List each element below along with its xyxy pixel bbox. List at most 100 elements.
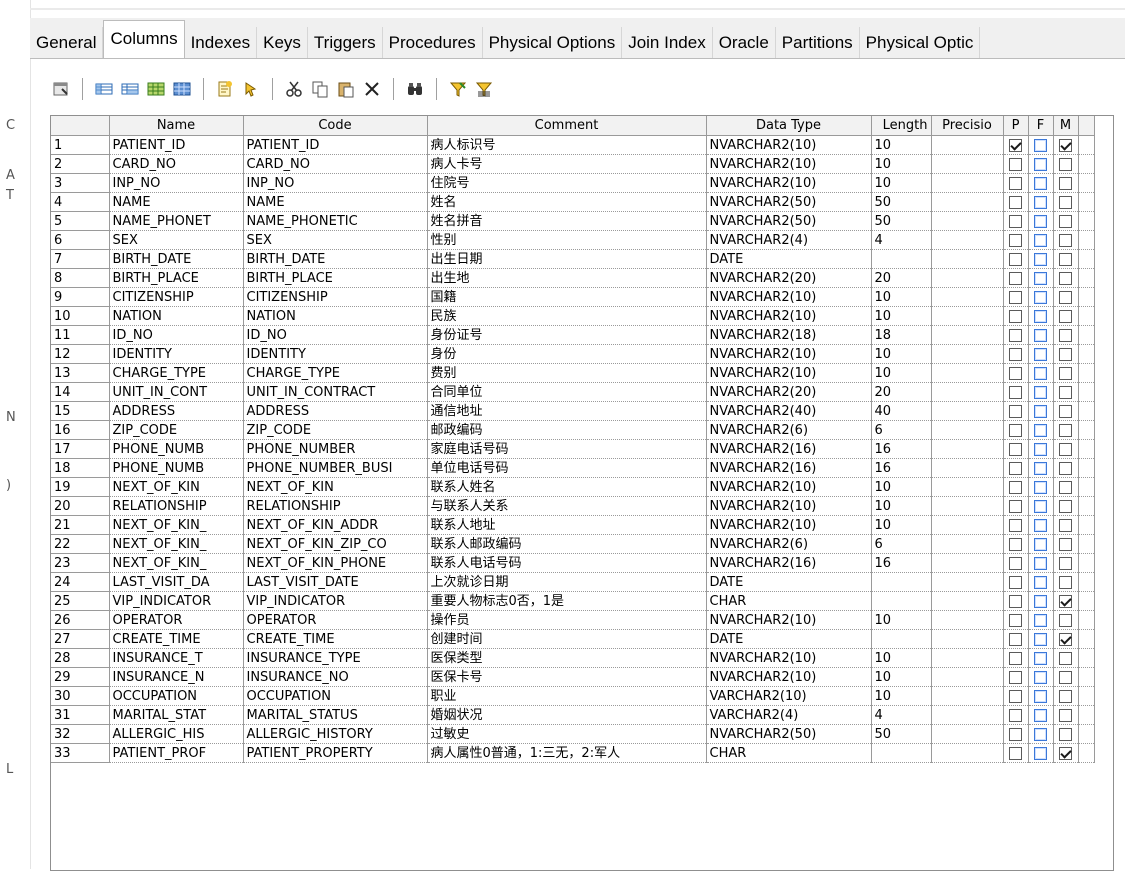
mandatory-checkbox[interactable] [1059,480,1072,494]
column-code-cell[interactable]: OCCUPATION [243,686,428,706]
header-foreign[interactable]: F [1028,116,1054,136]
column-length-cell[interactable]: 16 [871,553,932,573]
new-icon[interactable] [214,78,236,100]
foreign-checkbox[interactable] [1034,556,1047,570]
column-code-cell[interactable]: ID_NO [243,325,428,345]
insert-row-icon[interactable] [93,78,115,100]
column-name-cell[interactable]: PATIENT_PROF [109,743,244,763]
table-row[interactable]: 33 PATIENT_PROF PATIENT_PROPERTY 病人属性0普通，1:… [51,743,1095,763]
column-name-cell[interactable]: ADDRESS [109,401,244,421]
primary-checkbox[interactable] [1009,385,1022,399]
column-comment-cell[interactable]: 邮政编码 [427,420,707,440]
column-comment-cell[interactable]: 合同单位 [427,382,707,402]
column-precision-cell[interactable] [931,363,1004,383]
column-precision-cell[interactable] [931,667,1004,687]
row-number[interactable]: 11 [51,325,110,345]
column-data-type-cell[interactable]: NVARCHAR2(10) [706,344,872,364]
column-precision-cell[interactable] [931,325,1004,345]
primary-checkbox[interactable] [1009,442,1022,456]
column-comment-cell[interactable]: 通信地址 [427,401,707,421]
column-name-cell[interactable]: ALLERGIC_HIS [109,724,244,744]
foreign-checkbox[interactable] [1034,480,1047,494]
mandatory-checkbox[interactable] [1059,252,1072,266]
column-code-cell[interactable]: RELATIONSHIP [243,496,428,516]
row-number[interactable]: 5 [51,211,110,231]
column-length-cell[interactable] [871,629,932,649]
primary-checkbox[interactable] [1009,708,1022,722]
row-number[interactable]: 12 [51,344,110,364]
row-number[interactable]: 22 [51,534,110,554]
column-comment-cell[interactable]: 婚姻状况 [427,705,707,725]
column-name-cell[interactable]: BIRTH_PLACE [109,268,244,288]
column-data-type-cell[interactable]: NVARCHAR2(16) [706,458,872,478]
primary-checkbox[interactable] [1009,271,1022,285]
column-code-cell[interactable]: OPERATOR [243,610,428,630]
column-precision-cell[interactable] [931,648,1004,668]
table-row[interactable]: 31 MARITAL_STAT MARITAL_STATUS 婚姻状况 VARCHAR2… [51,705,1095,725]
find-binoculars-icon[interactable] [404,78,426,100]
foreign-checkbox[interactable] [1034,632,1047,646]
foreign-checkbox[interactable] [1034,708,1047,722]
column-name-cell[interactable]: OCCUPATION [109,686,244,706]
column-precision-cell[interactable] [931,211,1004,231]
column-name-cell[interactable]: ID_NO [109,325,244,345]
column-length-cell[interactable]: 16 [871,439,932,459]
tab-join-index[interactable]: Join Index [622,27,713,58]
column-precision-cell[interactable] [931,268,1004,288]
mandatory-checkbox[interactable] [1059,442,1072,456]
column-precision-cell[interactable] [931,420,1004,440]
column-code-cell[interactable]: PHONE_NUMBER_BUSI [243,458,428,478]
column-code-cell[interactable]: PATIENT_ID [243,135,428,155]
table-row[interactable]: 17 PHONE_NUMB PHONE_NUMBER 家庭电话号码 NVARCHAR2(… [51,439,1095,459]
column-comment-cell[interactable]: 身份 [427,344,707,364]
mandatory-checkbox[interactable] [1059,708,1072,722]
column-comment-cell[interactable]: 与联系人关系 [427,496,707,516]
column-comment-cell[interactable]: 职业 [427,686,707,706]
mandatory-checkbox[interactable] [1059,290,1072,304]
column-name-cell[interactable]: NAME_PHONET [109,211,244,231]
foreign-checkbox[interactable] [1034,385,1047,399]
mandatory-checkbox[interactable] [1059,575,1072,589]
column-name-cell[interactable]: IDENTITY [109,344,244,364]
column-name-cell[interactable]: BIRTH_DATE [109,249,244,269]
column-precision-cell[interactable] [931,705,1004,725]
column-comment-cell[interactable]: 出生地 [427,268,707,288]
table-row[interactable]: 19 NEXT_OF_KIN NEXT_OF_KIN 联系人姓名 NVARCHAR2(1… [51,477,1095,497]
mandatory-checkbox[interactable] [1059,157,1072,171]
mandatory-checkbox[interactable] [1059,556,1072,570]
primary-checkbox[interactable] [1009,499,1022,513]
column-precision-cell[interactable] [931,515,1004,535]
column-data-type-cell[interactable]: VARCHAR2(4) [706,705,872,725]
column-code-cell[interactable]: NAME [243,192,428,212]
column-data-type-cell[interactable]: NVARCHAR2(10) [706,610,872,630]
primary-checkbox[interactable] [1009,423,1022,437]
column-code-cell[interactable]: ADDRESS [243,401,428,421]
row-number[interactable]: 10 [51,306,110,326]
column-data-type-cell[interactable]: NVARCHAR2(10) [706,515,872,535]
header-code[interactable]: Code [243,116,428,136]
column-data-type-cell[interactable]: NVARCHAR2(20) [706,382,872,402]
mandatory-checkbox[interactable] [1059,537,1072,551]
row-number[interactable]: 1 [51,135,110,155]
column-precision-cell[interactable] [931,591,1004,611]
primary-checkbox[interactable] [1009,214,1022,228]
foreign-checkbox[interactable] [1034,651,1047,665]
column-precision-cell[interactable] [931,743,1004,763]
column-name-cell[interactable]: PHONE_NUMB [109,439,244,459]
primary-checkbox[interactable] [1009,689,1022,703]
header-primary[interactable]: P [1003,116,1029,136]
foreign-checkbox[interactable] [1034,252,1047,266]
column-comment-cell[interactable]: 重要人物标志0否，1是 [427,591,707,611]
column-name-cell[interactable]: PHONE_NUMB [109,458,244,478]
primary-checkbox[interactable] [1009,670,1022,684]
column-comment-cell[interactable]: 创建时间 [427,629,707,649]
column-length-cell[interactable]: 6 [871,534,932,554]
foreign-checkbox[interactable] [1034,157,1047,171]
column-data-type-cell[interactable]: NVARCHAR2(16) [706,439,872,459]
primary-checkbox[interactable] [1009,727,1022,741]
mandatory-checkbox[interactable] [1059,651,1072,665]
properties-icon[interactable] [50,78,72,100]
primary-checkbox[interactable] [1009,556,1022,570]
table-row[interactable]: 14 UNIT_IN_CONT UNIT_IN_CONTRACT 合同单位 NVARCH… [51,382,1095,402]
tab-general[interactable]: General [30,27,104,58]
